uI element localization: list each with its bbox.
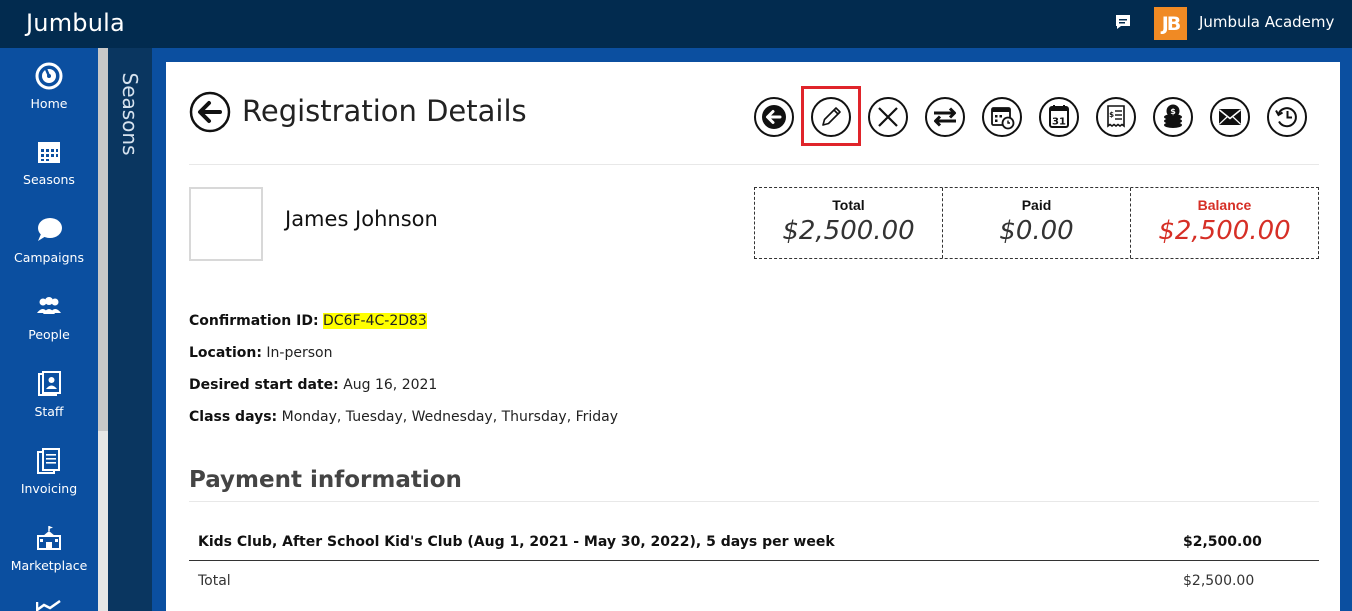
payment-line-amount: $2,500.00 xyxy=(1183,534,1262,550)
payment-section-title: Payment information xyxy=(189,467,462,493)
payment-total-amount: $2,500.00 xyxy=(1183,573,1255,589)
main-content xyxy=(166,62,1340,611)
chat-icon[interactable] xyxy=(1114,13,1132,31)
avatar xyxy=(189,187,263,261)
sidebar-scrollbar-thumb[interactable] xyxy=(98,48,108,431)
top-bar: Jumbula JB Jumbula Academy xyxy=(0,0,1352,48)
summary-balance: Balance $2,500.00 xyxy=(1131,188,1318,258)
summary-total-label: Total xyxy=(832,197,865,213)
sidebar-item-label: Invoicing xyxy=(20,481,78,496)
x-icon xyxy=(868,97,908,137)
svg-text:$: $ xyxy=(1109,111,1114,119)
calendar-button[interactable]: 31 xyxy=(1038,96,1080,138)
confirmation-row: Confirmation ID: DC6F-4C-2D83 xyxy=(189,313,427,329)
back-arrow-icon[interactable] xyxy=(189,91,231,133)
participant-name: James Johnson xyxy=(285,207,438,231)
schedule-button[interactable] xyxy=(981,96,1023,138)
email-button[interactable] xyxy=(1209,96,1251,138)
start-date-value: Aug 16, 2021 xyxy=(343,377,438,393)
summary-paid-value: $0.00 xyxy=(999,216,1074,246)
summary-paid-label: Paid xyxy=(1021,197,1052,213)
sidebar-item-seasons[interactable]: Seasons xyxy=(0,138,98,208)
confirmation-label: Confirmation ID: xyxy=(189,313,319,329)
summary-balance-label: Balance xyxy=(1197,197,1252,213)
payment-total-label: Total xyxy=(198,573,231,589)
invoice-icon xyxy=(37,448,60,474)
divider xyxy=(189,164,1319,165)
page-title: Registration Details xyxy=(242,94,527,128)
table-divider xyxy=(189,560,1319,561)
sidebar-item-label: Staff xyxy=(34,404,64,419)
class-days-value: Monday, Tuesday, Wednesday, Thursday, Fr… xyxy=(281,409,619,425)
coins-icon: $ xyxy=(1153,97,1193,137)
sidebar-item-label: Marketplace xyxy=(10,558,88,573)
people-icon xyxy=(37,297,61,314)
sidebar-item-label: People xyxy=(28,327,70,342)
school-building-icon xyxy=(37,526,61,550)
org-name[interactable]: Jumbula Academy xyxy=(1199,13,1334,31)
envelope-icon xyxy=(1210,97,1250,137)
sidebar-item-campaigns[interactable]: Campaigns xyxy=(0,216,98,286)
svg-text:$: $ xyxy=(1170,107,1176,116)
divider xyxy=(189,501,1319,502)
summary-paid: Paid $0.00 xyxy=(943,188,1131,258)
arrow-left-circle-icon xyxy=(754,97,794,137)
chat-bubbles-icon xyxy=(38,218,62,241)
class-days-label: Class days: xyxy=(189,409,278,425)
sidebar-item-label: Seasons xyxy=(23,172,75,187)
sidebar-item-label: Campaigns xyxy=(13,250,84,265)
sidebar: Home Seasons Campaigns People Staff Invo… xyxy=(0,48,98,611)
class-days-row: Class days: Monday, Tuesday, Wednesday, … xyxy=(189,409,618,425)
sidebar-item-label: Home xyxy=(30,96,68,111)
summary-total-value: $2,500.00 xyxy=(782,216,915,246)
chart-icon[interactable] xyxy=(36,600,62,611)
sidebar-item-invoicing[interactable]: Invoicing xyxy=(0,447,98,517)
invoice-button[interactable]: $ xyxy=(1095,96,1137,138)
staff-badge-icon xyxy=(38,371,61,396)
balance-summary: Total $2,500.00 Paid $0.00 Balance $2,50… xyxy=(754,187,1319,259)
summary-total: Total $2,500.00 xyxy=(755,188,943,258)
sidebar-item-people[interactable]: People xyxy=(0,293,98,363)
calendar-day-text: 31 xyxy=(1052,117,1066,128)
swap-arrows-icon xyxy=(925,97,965,137)
cancel-button[interactable] xyxy=(867,96,909,138)
org-logo[interactable]: JB xyxy=(1154,7,1187,40)
location-label: Location: xyxy=(189,345,262,361)
location-row: Location: In-person xyxy=(189,345,332,361)
back-circle-button[interactable] xyxy=(753,96,795,138)
edit-button-highlight xyxy=(801,86,861,146)
calendar-31-icon: 31 xyxy=(1039,97,1079,137)
start-date-label: Desired start date: xyxy=(189,377,339,393)
sidebar-item-marketplace[interactable]: Marketplace xyxy=(0,524,98,594)
history-icon xyxy=(1267,97,1307,137)
summary-balance-value: $2,500.00 xyxy=(1158,216,1291,246)
sidebar-item-home[interactable]: Home xyxy=(0,62,98,132)
gauge-icon xyxy=(35,62,63,90)
transfer-button[interactable] xyxy=(924,96,966,138)
calendar-clock-icon xyxy=(982,97,1022,137)
payment-line-description: Kids Club, After School Kid's Club (Aug … xyxy=(198,534,835,550)
seasons-panel-label[interactable]: Seasons xyxy=(118,72,142,155)
confirmation-id: DC6F-4C-2D83 xyxy=(323,313,427,329)
location-value: In-person xyxy=(266,345,333,361)
start-date-row: Desired start date: Aug 16, 2021 xyxy=(189,377,437,393)
brand-logo[interactable]: Jumbula xyxy=(26,9,125,37)
history-button[interactable] xyxy=(1266,96,1308,138)
receipt-icon: $ xyxy=(1096,97,1136,137)
payment-button[interactable]: $ xyxy=(1152,96,1194,138)
calendar-icon xyxy=(38,142,60,163)
sidebar-item-staff[interactable]: Staff xyxy=(0,370,98,440)
